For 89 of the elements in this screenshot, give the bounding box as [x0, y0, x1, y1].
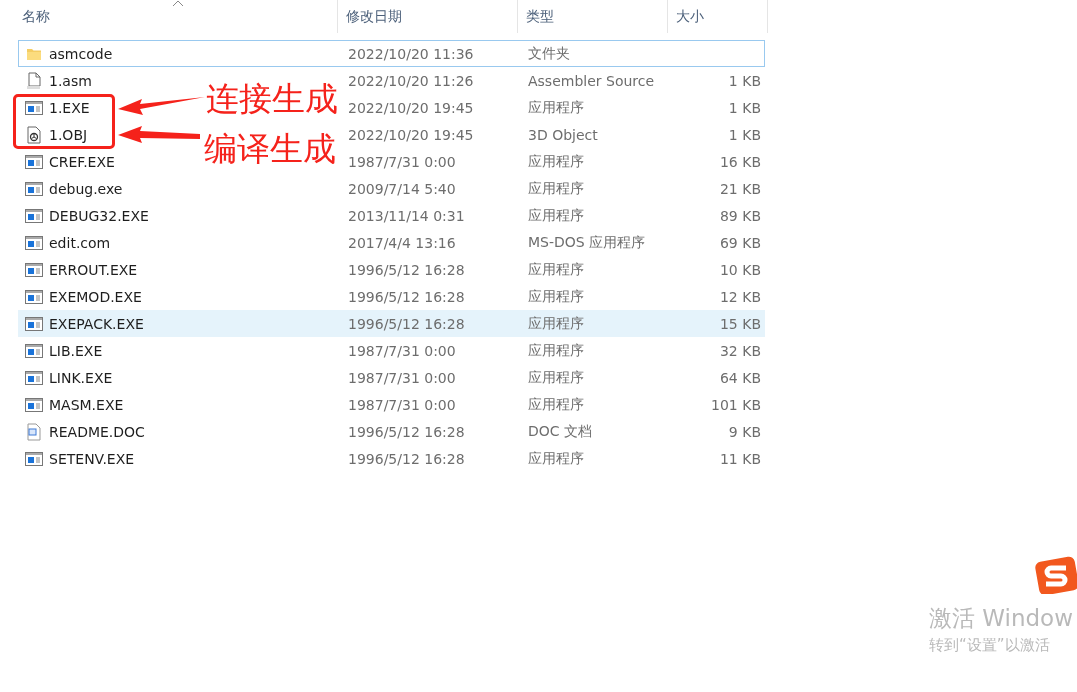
- program-icon: [25, 315, 43, 332]
- modified-date: 1996/5/12 16:28: [347, 423, 466, 440]
- annotation-label: 编译生成: [204, 132, 336, 165]
- file-name: 1.OBJ: [49, 126, 88, 143]
- program-icon: [25, 369, 43, 386]
- file-name: edit.com: [49, 234, 111, 251]
- file-name: EXEMOD.EXE: [49, 288, 142, 305]
- file-row[interactable]: EXEPACK.EXE 1996/5/12 16:28 应用程序 15 KB: [18, 310, 765, 337]
- file-name: CREF.EXE: [49, 153, 115, 170]
- file-name: MASM.EXE: [49, 396, 124, 413]
- file-name: LIB.EXE: [49, 342, 103, 359]
- file-name: ERROUT.EXE: [49, 261, 138, 278]
- column-header[interactable]: 修改日期: [346, 7, 402, 26]
- file-size: 32 KB: [718, 342, 761, 359]
- program-icon: [25, 153, 43, 170]
- file-size: 64 KB: [718, 369, 761, 386]
- modified-date: 2022/10/20 19:45: [347, 99, 475, 116]
- program-icon: [25, 180, 43, 197]
- file-size: 11 KB: [718, 450, 761, 467]
- file-size: 101 KB: [710, 396, 761, 413]
- modified-date: 1987/7/31 0:00: [347, 153, 457, 170]
- file-name: debug.exe: [49, 180, 123, 197]
- program-icon: [25, 288, 43, 305]
- modified-date: 2022/10/20 11:26: [347, 72, 475, 89]
- file-type: 3D Object: [527, 126, 599, 143]
- file-type: 应用程序: [527, 206, 585, 225]
- file-name: SETENV.EXE: [49, 450, 135, 467]
- program-icon: [25, 99, 43, 116]
- file-type: 应用程序: [527, 395, 585, 414]
- file-size: 69 KB: [718, 234, 761, 251]
- program-icon: [25, 234, 43, 251]
- file-type: 应用程序: [527, 368, 585, 387]
- file-name: asmcode: [49, 45, 113, 62]
- modified-date: 1987/7/31 0:00: [347, 396, 457, 413]
- file-name: 1.EXE: [49, 99, 90, 116]
- column-header[interactable]: 大小: [676, 7, 704, 26]
- program-icon: [25, 450, 43, 467]
- modified-date: 2022/10/20 11:36: [347, 45, 475, 62]
- column-header[interactable]: 类型: [526, 7, 554, 26]
- annotation-label: 连接生成: [206, 82, 338, 115]
- modified-date: 1996/5/12 16:28: [347, 450, 466, 467]
- modified-date: 2009/7/14 5:40: [347, 180, 457, 197]
- file-size: 1 KB: [727, 99, 761, 116]
- modified-date: 1996/5/12 16:28: [347, 288, 466, 305]
- file-type: 应用程序: [527, 287, 585, 306]
- modified-date: 1987/7/31 0:00: [347, 369, 457, 386]
- file-type: Assembler Source: [527, 72, 656, 89]
- modified-date: 2022/10/20 19:45: [347, 126, 475, 143]
- file-type: 应用程序: [527, 314, 585, 333]
- program-icon: [25, 261, 43, 278]
- activation-hint: 转到“设置”以激活: [929, 636, 1051, 655]
- program-icon: [25, 342, 43, 359]
- file-name: LINK.EXE: [49, 369, 113, 386]
- file-size: 1 KB: [727, 126, 761, 143]
- file-type: 应用程序: [527, 152, 585, 171]
- file-type: DOC 文档: [527, 422, 594, 441]
- file-size: 10 KB: [718, 261, 761, 278]
- file-type: 文件夹: [527, 44, 571, 63]
- program-icon: [25, 396, 43, 413]
- modified-date: 1996/5/12 16:28: [347, 315, 466, 332]
- modified-date: 2013/11/14 0:31: [347, 207, 466, 224]
- file-size: 9 KB: [727, 423, 761, 440]
- file-size: 89 KB: [718, 207, 761, 224]
- file-type: MS-DOS 应用程序: [527, 233, 647, 252]
- file-name: 1.asm: [49, 72, 92, 89]
- file-type: 应用程序: [527, 98, 585, 117]
- file-name: README.DOC: [49, 423, 145, 440]
- file-type: 应用程序: [527, 260, 585, 279]
- file-type: 应用程序: [527, 179, 585, 198]
- document-icon: [26, 422, 42, 441]
- file-size: 21 KB: [718, 180, 761, 197]
- modified-date: 1987/7/31 0:00: [347, 342, 457, 359]
- file-type: 应用程序: [527, 341, 585, 360]
- file-type: 应用程序: [527, 449, 585, 468]
- file-size: 1 KB: [727, 72, 761, 89]
- program-icon: [25, 207, 43, 224]
- file-row[interactable]: asmcode 2022/10/20 11:36 文件夹: [18, 40, 765, 67]
- file-size: 15 KB: [718, 315, 761, 332]
- activation-title: 激活 Window: [929, 604, 1073, 633]
- column-header[interactable]: 名称: [22, 7, 50, 26]
- file-size: 16 KB: [718, 153, 761, 170]
- cube-file-icon: [26, 125, 42, 144]
- modified-date: 2017/4/4 13:16: [347, 234, 457, 251]
- file-name: EXEPACK.EXE: [49, 315, 144, 332]
- sort-caret-icon: [172, 0, 184, 7]
- file-name: DEBUG32.EXE: [49, 207, 149, 224]
- modified-date: 1996/5/12 16:28: [347, 261, 466, 278]
- file-icon: [26, 71, 42, 90]
- file-size: 12 KB: [718, 288, 761, 305]
